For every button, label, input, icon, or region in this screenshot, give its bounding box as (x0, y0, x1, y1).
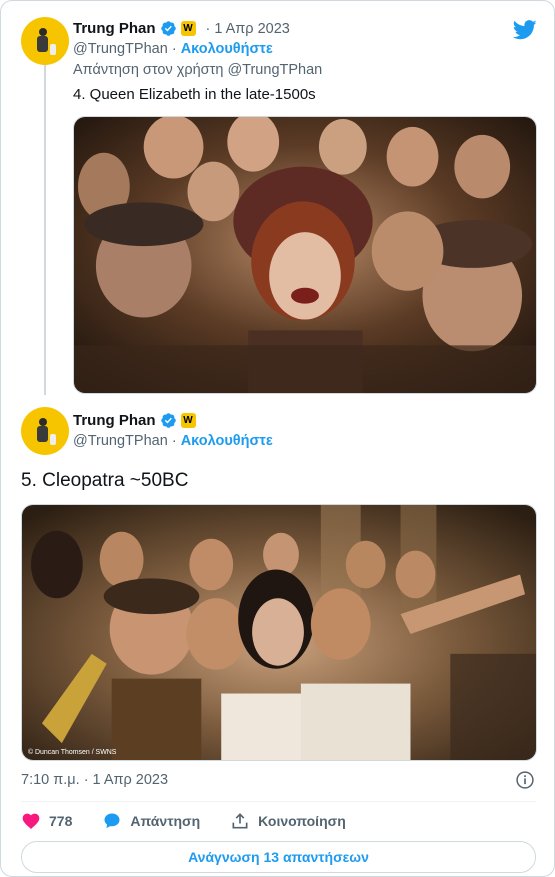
display-name[interactable]: Trung Phan (73, 412, 156, 429)
image-credit: © Duncan Thomsen / SWNS (28, 748, 117, 756)
like-button[interactable]: 778 (21, 811, 72, 831)
affiliate-badge: W (180, 21, 196, 36)
tweet-timestamp[interactable]: 7:10 π.μ. · 1 Απρ 2023 (21, 772, 168, 788)
share-upload-icon (232, 813, 248, 829)
handle-row: @TrungTPhan · Ακολουθήστε (73, 433, 273, 449)
photo-cleopatra-selfie[interactable]: © Duncan Thomsen / SWNS (21, 504, 537, 761)
separator: · (205, 20, 211, 37)
avatar[interactable] (21, 407, 69, 455)
avatar[interactable] (21, 17, 69, 65)
tweet-text: 4. Queen Elizabeth in the late-1500s (73, 86, 316, 103)
thread-connector (44, 65, 46, 395)
follow-button[interactable]: Ακολουθήστε (181, 41, 273, 57)
like-count: 778 (49, 813, 73, 829)
tweet-text: 5. Cleopatra ~50BC (21, 470, 189, 491)
handle-row: @TrungTPhan · Ακολουθήστε (73, 41, 273, 57)
affiliate-badge: W (180, 413, 196, 428)
reply-label: Απάντηση (130, 813, 201, 829)
verified-badge-icon (160, 413, 176, 428)
reply-button[interactable]: Απάντηση (102, 811, 200, 831)
tweet-card: Trung Phan W · 1 Απρ 2023 @TrungTPhan · … (0, 0, 555, 877)
divider (21, 801, 536, 802)
info-icon[interactable] (515, 770, 535, 790)
share-label: Κοινοποίηση (258, 813, 346, 829)
action-bar: 778 Απάντηση Κοινοποίηση (21, 810, 376, 832)
separator: · (171, 41, 177, 57)
verified-badge-icon (160, 21, 176, 36)
separator: · (171, 433, 177, 449)
read-replies-button[interactable]: Ανάγνωση 13 απαντήσεων (21, 841, 536, 873)
follow-button[interactable]: Ακολουθήστε (181, 433, 273, 449)
speech-bubble-icon (104, 813, 120, 829)
display-name[interactable]: Trung Phan (73, 20, 156, 37)
tweet-date[interactable]: 1 Απρ 2023 (214, 21, 290, 37)
author-row: Trung Phan W · 1 Απρ 2023 (73, 20, 290, 37)
heart-icon (22, 813, 40, 829)
author-row: Trung Phan W (73, 412, 196, 429)
share-button[interactable]: Κοινοποίηση (230, 811, 346, 831)
twitter-bird-icon[interactable] (513, 19, 537, 41)
handle[interactable]: @TrungTPhan (73, 41, 168, 57)
replying-to: Απάντηση στον χρήστη @TrungTPhan (73, 62, 323, 78)
photo-queen-elizabeth-selfie[interactable] (73, 116, 537, 394)
handle[interactable]: @TrungTPhan (73, 433, 168, 449)
